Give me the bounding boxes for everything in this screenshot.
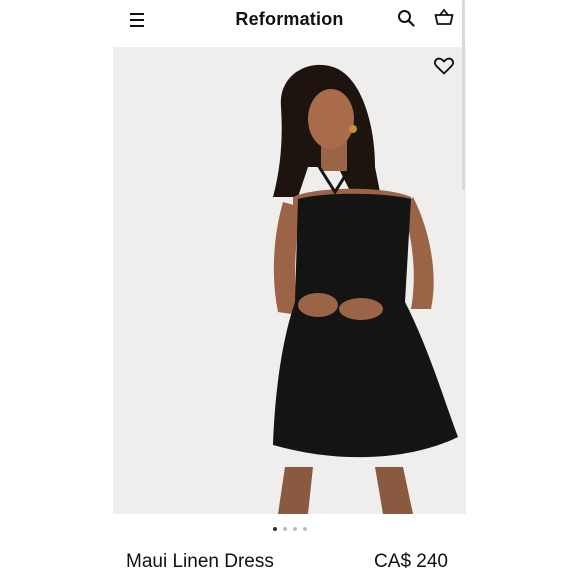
product-photo[interactable] bbox=[113, 47, 466, 514]
heart-icon[interactable] bbox=[434, 57, 454, 75]
top-navigation-bar: Reformation bbox=[113, 0, 466, 42]
carousel-dot-2[interactable] bbox=[282, 527, 287, 531]
scrollbar[interactable] bbox=[462, 0, 465, 190]
carousel-dot-4[interactable] bbox=[302, 527, 307, 531]
product-price: CA$ 240 bbox=[374, 551, 448, 572]
product-name: Maui Linen Dress bbox=[126, 551, 274, 572]
basket-icon[interactable] bbox=[434, 8, 454, 26]
search-icon[interactable] bbox=[397, 9, 415, 27]
model-photo-illustration bbox=[113, 47, 466, 514]
mobile-page: Reformation Maui Linen Dress CA$ 240 bbox=[113, 0, 466, 580]
carousel-dot-1[interactable] bbox=[272, 527, 277, 531]
image-carousel-indicator bbox=[113, 527, 466, 531]
carousel-dot-3[interactable] bbox=[292, 527, 297, 531]
